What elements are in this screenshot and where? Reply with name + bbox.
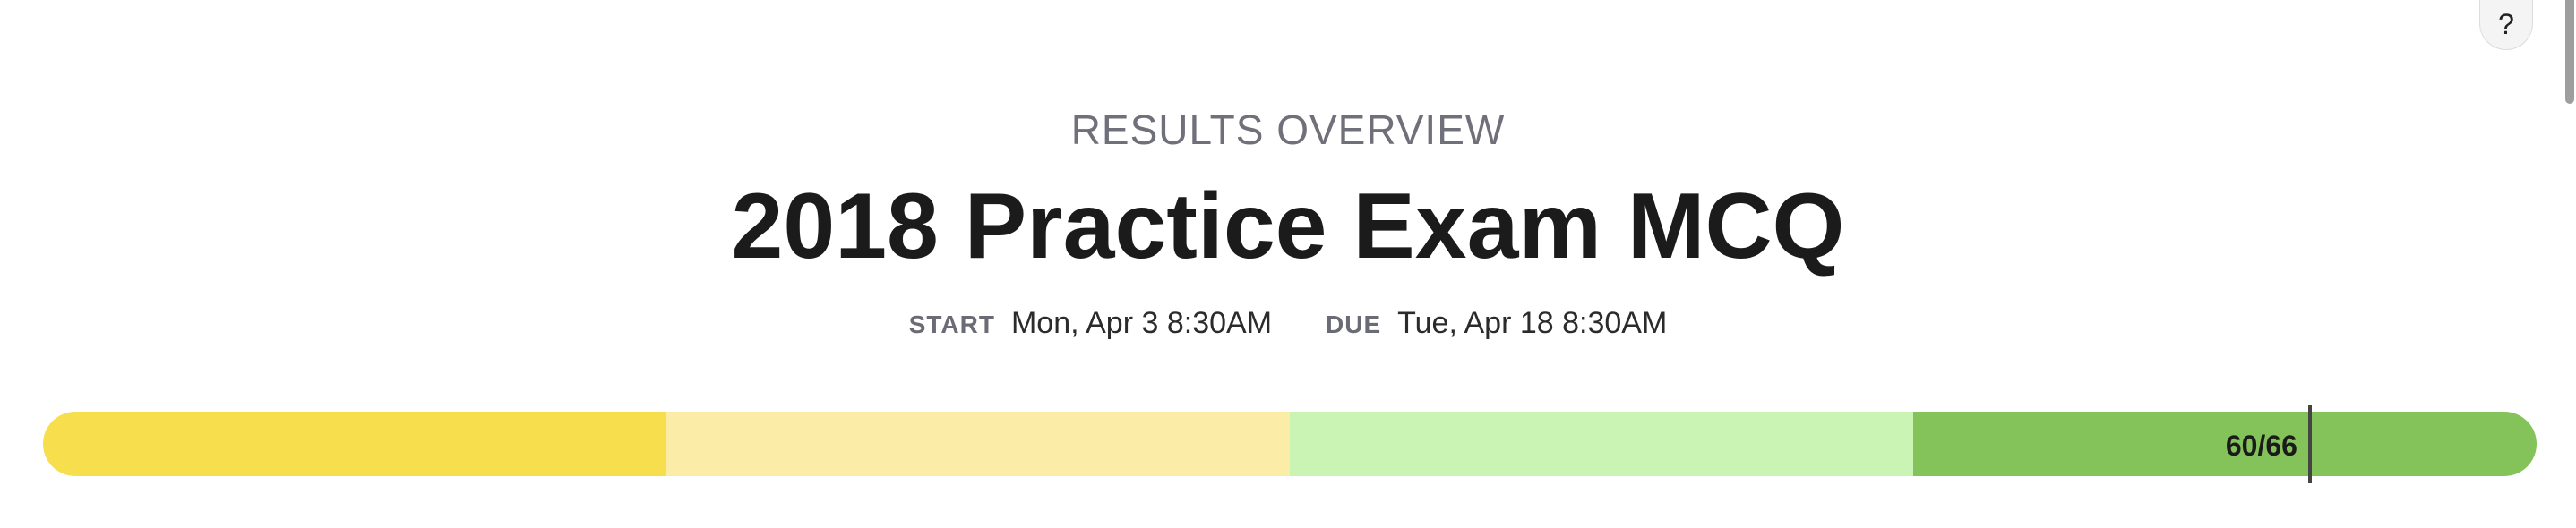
score-marker (2307, 405, 2312, 483)
page-title: 2018 Practice Exam MCQ (731, 175, 1845, 278)
score-label: 60/66 (2225, 430, 2297, 462)
results-overview-page: ? RESULTS OVERVIEW 2018 Practice Exam MC… (0, 0, 2576, 528)
progress-segment-low (43, 412, 666, 476)
due-date: DUE Tue, Apr 18 8:30AM (1326, 306, 1667, 341)
results-overview-label: RESULTS OVERVIEW (1070, 106, 1506, 153)
help-icon: ? (2498, 8, 2514, 40)
due-date-label: DUE (1326, 311, 1382, 338)
due-date-value: Tue, Apr 18 8:30AM (1397, 306, 1668, 340)
help-button[interactable]: ? (2479, 0, 2533, 50)
start-date-label: START (908, 311, 995, 338)
progress-segment-mid-high (1290, 412, 1913, 476)
progress-segment-mid-low (666, 412, 1290, 476)
start-date-value: Mon, Apr 3 8:30AM (1010, 306, 1273, 340)
scrollbar-thumb[interactable] (2565, 0, 2574, 104)
start-date: START Mon, Apr 3 8:30AM (909, 306, 1272, 341)
score-progress-bar (43, 412, 2537, 476)
assignment-dates: START Mon, Apr 3 8:30AM DUE Tue, Apr 18 … (0, 306, 2576, 341)
